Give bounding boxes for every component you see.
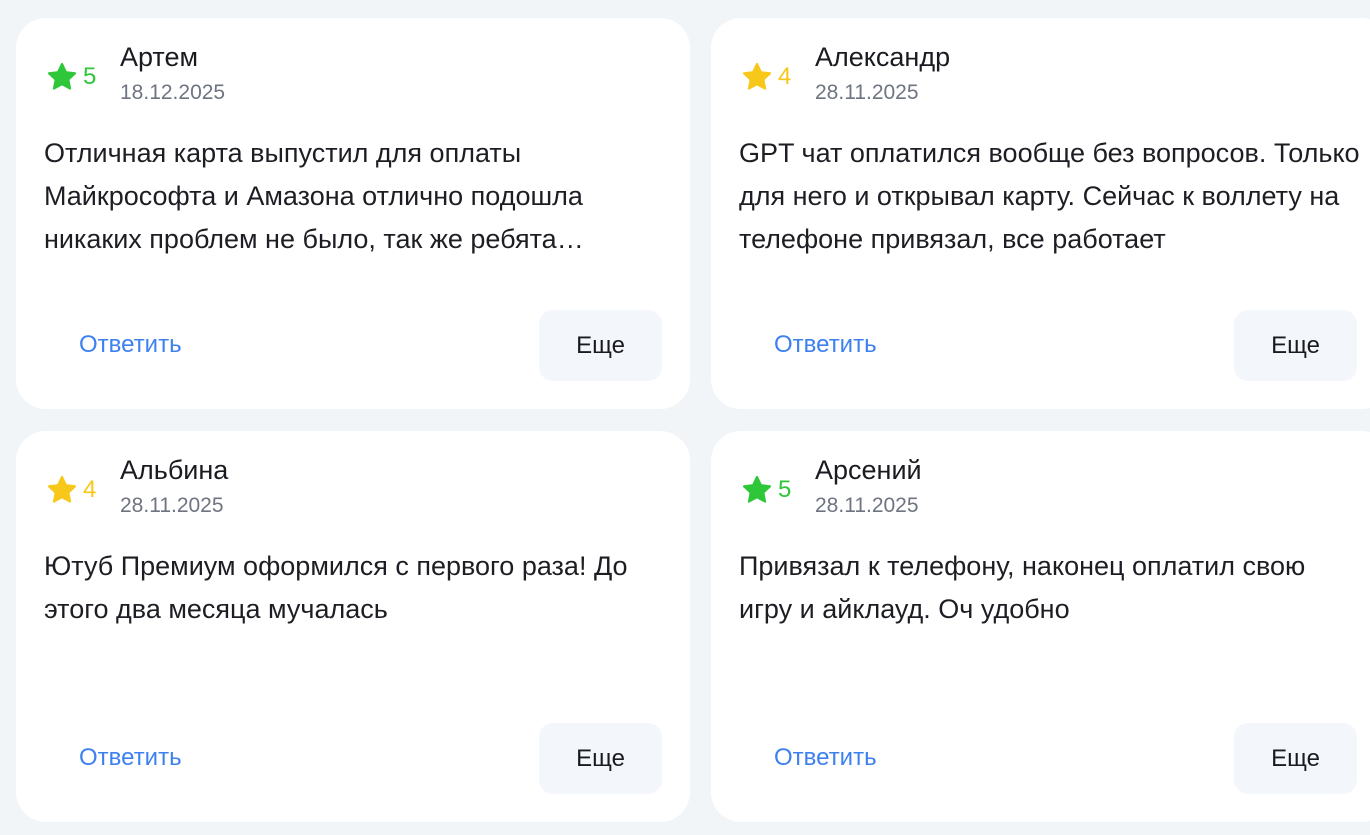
review-rating: 4 [46,474,96,506]
star-icon [47,475,77,503]
review-date: 18.12.2025 [120,81,226,104]
review-rating: 4 [741,61,791,93]
author-name: Альбина [120,455,229,485]
author-name: Артем [120,42,199,72]
star-icon [742,475,772,503]
more-button[interactable]: Еще [539,723,662,794]
review-text: Ютуб Премиум оформился с первого раза! Д… [44,551,628,624]
author-name: Арсений [815,455,922,485]
rating-value: 4 [778,63,792,90]
review-date: 28.11.2025 [815,81,919,104]
review-text: GPT чат оплатился вообще без вопросов. Т… [739,138,1360,254]
review-rating: 5 [741,474,791,506]
review-date: 28.11.2025 [120,494,224,517]
star-icon [47,62,77,90]
more-button[interactable]: Еще [539,310,662,381]
reply-link[interactable]: Ответить [774,329,877,361]
review-text: Отличная карта выпустил для оплаты Майкр… [44,138,583,254]
review-card: 4 Александр 28.11.2025 GPT чат оплатился… [711,18,1370,409]
review-card: 4 Альбина 28.11.2025 Ютуб Премиум оформи… [16,431,690,822]
reply-link[interactable]: Ответить [774,742,877,774]
rating-value: 4 [83,476,97,503]
review-card: 5 Арсений 28.11.2025 Привязал к телефону… [711,431,1370,822]
rating-value: 5 [83,63,97,90]
rating-value: 5 [778,476,792,503]
reply-link[interactable]: Ответить [79,742,182,774]
review-date: 28.11.2025 [815,494,919,517]
reply-link[interactable]: Ответить [79,329,182,361]
more-button[interactable]: Еще [1234,723,1357,794]
author-name: Александр [815,42,951,72]
more-button[interactable]: Еще [1234,310,1357,381]
review-rating: 5 [46,61,96,93]
review-text: Привязал к телефону, наконец оплатил сво… [739,551,1306,624]
star-icon [742,62,772,90]
review-card: 5 Артем 18.12.2025 Отличная карта выпуст… [16,18,690,409]
